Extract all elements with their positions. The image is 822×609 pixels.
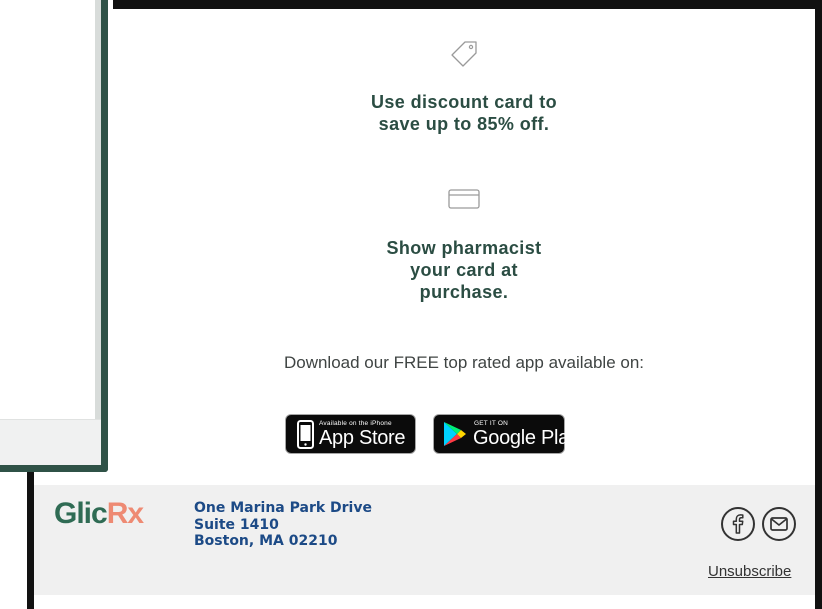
step-pharmacist: Show pharmacist your card at purchase.	[113, 187, 815, 303]
google-play-small-text: GET IT ON	[474, 420, 509, 427]
app-store-button[interactable]: Available on the iPhone App Store	[285, 414, 416, 454]
step-pharmacist-text: Show pharmacist your card at purchase.	[386, 238, 542, 302]
email-page: Use discount card to save up to 85% off.…	[0, 0, 822, 609]
price-tag-icon	[451, 41, 477, 67]
unsubscribe-link[interactable]: Unsubscribe	[708, 563, 791, 580]
address-line-1: One Marina Park Drive	[194, 500, 372, 516]
panel-shade	[95, 0, 101, 465]
email-button[interactable]	[762, 507, 796, 541]
app-store-small-text: Available on the iPhone	[319, 420, 392, 427]
logo-glic-text: Glic	[54, 497, 108, 530]
app-store-big-text: App Store	[319, 427, 406, 449]
envelope-icon	[770, 517, 788, 531]
email-footer	[34, 485, 815, 595]
email-content-panel: Use discount card to save up to 85% off.…	[113, 0, 822, 472]
facebook-icon	[732, 514, 744, 534]
logo-rx-text: Rx	[106, 497, 144, 530]
left-background-panel	[0, 0, 108, 472]
glicrx-logo[interactable]: GlicRx	[54, 497, 144, 531]
iphone-icon	[297, 420, 314, 449]
card-icon	[448, 189, 480, 209]
step-discount: Use discount card to save up to 85% off.	[113, 39, 815, 135]
google-play-button[interactable]: GET IT ON Google Play	[433, 414, 579, 454]
google-play-big-text: Google Play	[473, 427, 579, 449]
download-app-text: Download our FREE top rated app availabl…	[283, 353, 645, 372]
facebook-button[interactable]	[721, 507, 755, 541]
company-address: One Marina Park Drive Suite 1410 Boston,…	[194, 500, 372, 550]
address-line-2: Suite 1410	[194, 516, 279, 533]
google-play-icon	[444, 422, 466, 446]
step-discount-text: Use discount card to save up to 85% off.	[370, 92, 558, 134]
address-line-3: Boston, MA 02210	[194, 533, 338, 549]
panel-bottom-strip	[0, 419, 101, 465]
